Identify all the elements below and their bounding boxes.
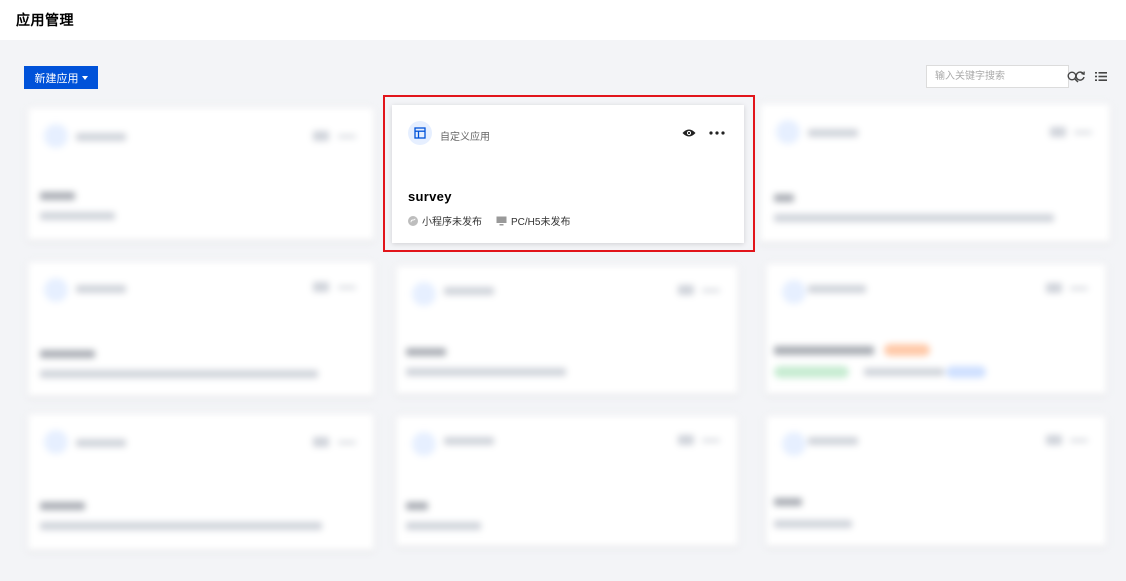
app-icon [776, 120, 800, 144]
obscured-text [313, 282, 329, 292]
search-box [926, 65, 1079, 88]
app-icon [412, 432, 436, 456]
miniprogram-icon [408, 215, 418, 226]
obscured-text [40, 370, 318, 378]
obscured-text [808, 285, 866, 293]
obscured-text [406, 502, 428, 510]
obscured-text [40, 522, 322, 530]
obscured-text [76, 133, 126, 141]
eye-icon[interactable] [682, 126, 696, 140]
app-icon [782, 280, 806, 304]
obscured-text [338, 286, 356, 289]
obscured-text [774, 498, 802, 506]
obscured-text [444, 437, 494, 445]
obscured-text [313, 131, 329, 141]
obscured-text [702, 439, 720, 442]
app-card-obscured[interactable] [28, 262, 374, 396]
app-card-obscured[interactable] [28, 414, 374, 550]
obscured-text [1050, 127, 1066, 137]
app-card-obscured[interactable] [28, 108, 374, 240]
obscured-text [1046, 283, 1062, 293]
more-icon[interactable] [708, 126, 726, 140]
app-card-obscured[interactable] [766, 416, 1106, 546]
app-icon [44, 278, 68, 302]
miniprogram-status: 小程序未发布 [408, 213, 482, 228]
obscured-text [678, 435, 694, 445]
obscured-text [406, 368, 566, 376]
app-icon [44, 124, 68, 148]
obscured-text [808, 437, 858, 445]
obscured-text [40, 192, 75, 200]
obscured-text [1070, 439, 1088, 442]
list-view-icon[interactable] [1094, 69, 1108, 83]
publish-status-row: 小程序未发布 PC/H5未发布 [408, 213, 584, 228]
app-card-obscured[interactable] [396, 416, 738, 546]
miniprogram-status-label: 小程序未发布 [422, 217, 482, 228]
obscured-text [338, 441, 356, 444]
obscured-text [406, 348, 446, 356]
app-icon [412, 282, 436, 306]
app-type-label: 自定义应用 [440, 132, 490, 143]
new-app-button[interactable]: 新建应用 [24, 66, 98, 89]
obscured-text [444, 287, 494, 295]
app-name: survey [408, 189, 452, 204]
app-icon [782, 432, 806, 456]
obscured-text [40, 350, 95, 358]
obscured-badge [946, 366, 986, 378]
obscured-text [808, 129, 858, 137]
obscured-text [40, 502, 85, 510]
top-bar: 应用管理 [0, 0, 1126, 40]
refresh-icon[interactable] [1073, 69, 1087, 83]
obscured-text [1074, 131, 1092, 134]
obscured-text [774, 346, 874, 355]
obscured-text [1070, 287, 1088, 290]
obscured-text [1046, 435, 1062, 445]
search-input[interactable] [927, 66, 1067, 87]
obscured-text [774, 520, 852, 528]
obscured-text [774, 194, 794, 202]
obscured-text [678, 285, 694, 295]
obscured-text [313, 437, 329, 447]
app-layout-icon [408, 121, 432, 145]
obscured-text [40, 212, 115, 220]
obscured-text [338, 135, 356, 138]
obscured-text [774, 214, 1054, 222]
pc-h5-status-label: PC/H5未发布 [511, 217, 571, 228]
obscured-text [76, 285, 126, 293]
app-card-obscured[interactable] [766, 264, 1106, 394]
caret-down-icon [81, 76, 88, 80]
monitor-icon [496, 216, 507, 226]
obscured-badge [774, 366, 849, 378]
app-card-obscured[interactable] [396, 266, 738, 394]
app-icon [44, 430, 68, 454]
obscured-badge [884, 344, 930, 356]
page-title: 应用管理 [16, 12, 74, 28]
obscured-text [406, 522, 481, 530]
obscured-text [702, 289, 720, 292]
obscured-text [76, 439, 126, 447]
new-app-button-label: 新建应用 [34, 72, 79, 85]
pc-h5-status: PC/H5未发布 [496, 213, 570, 228]
app-card-obscured[interactable] [760, 104, 1110, 242]
obscured-text [864, 368, 944, 376]
app-card-survey[interactable]: 自定义应用 survey 小程序未发布 PC/H5未发布 [392, 105, 744, 243]
